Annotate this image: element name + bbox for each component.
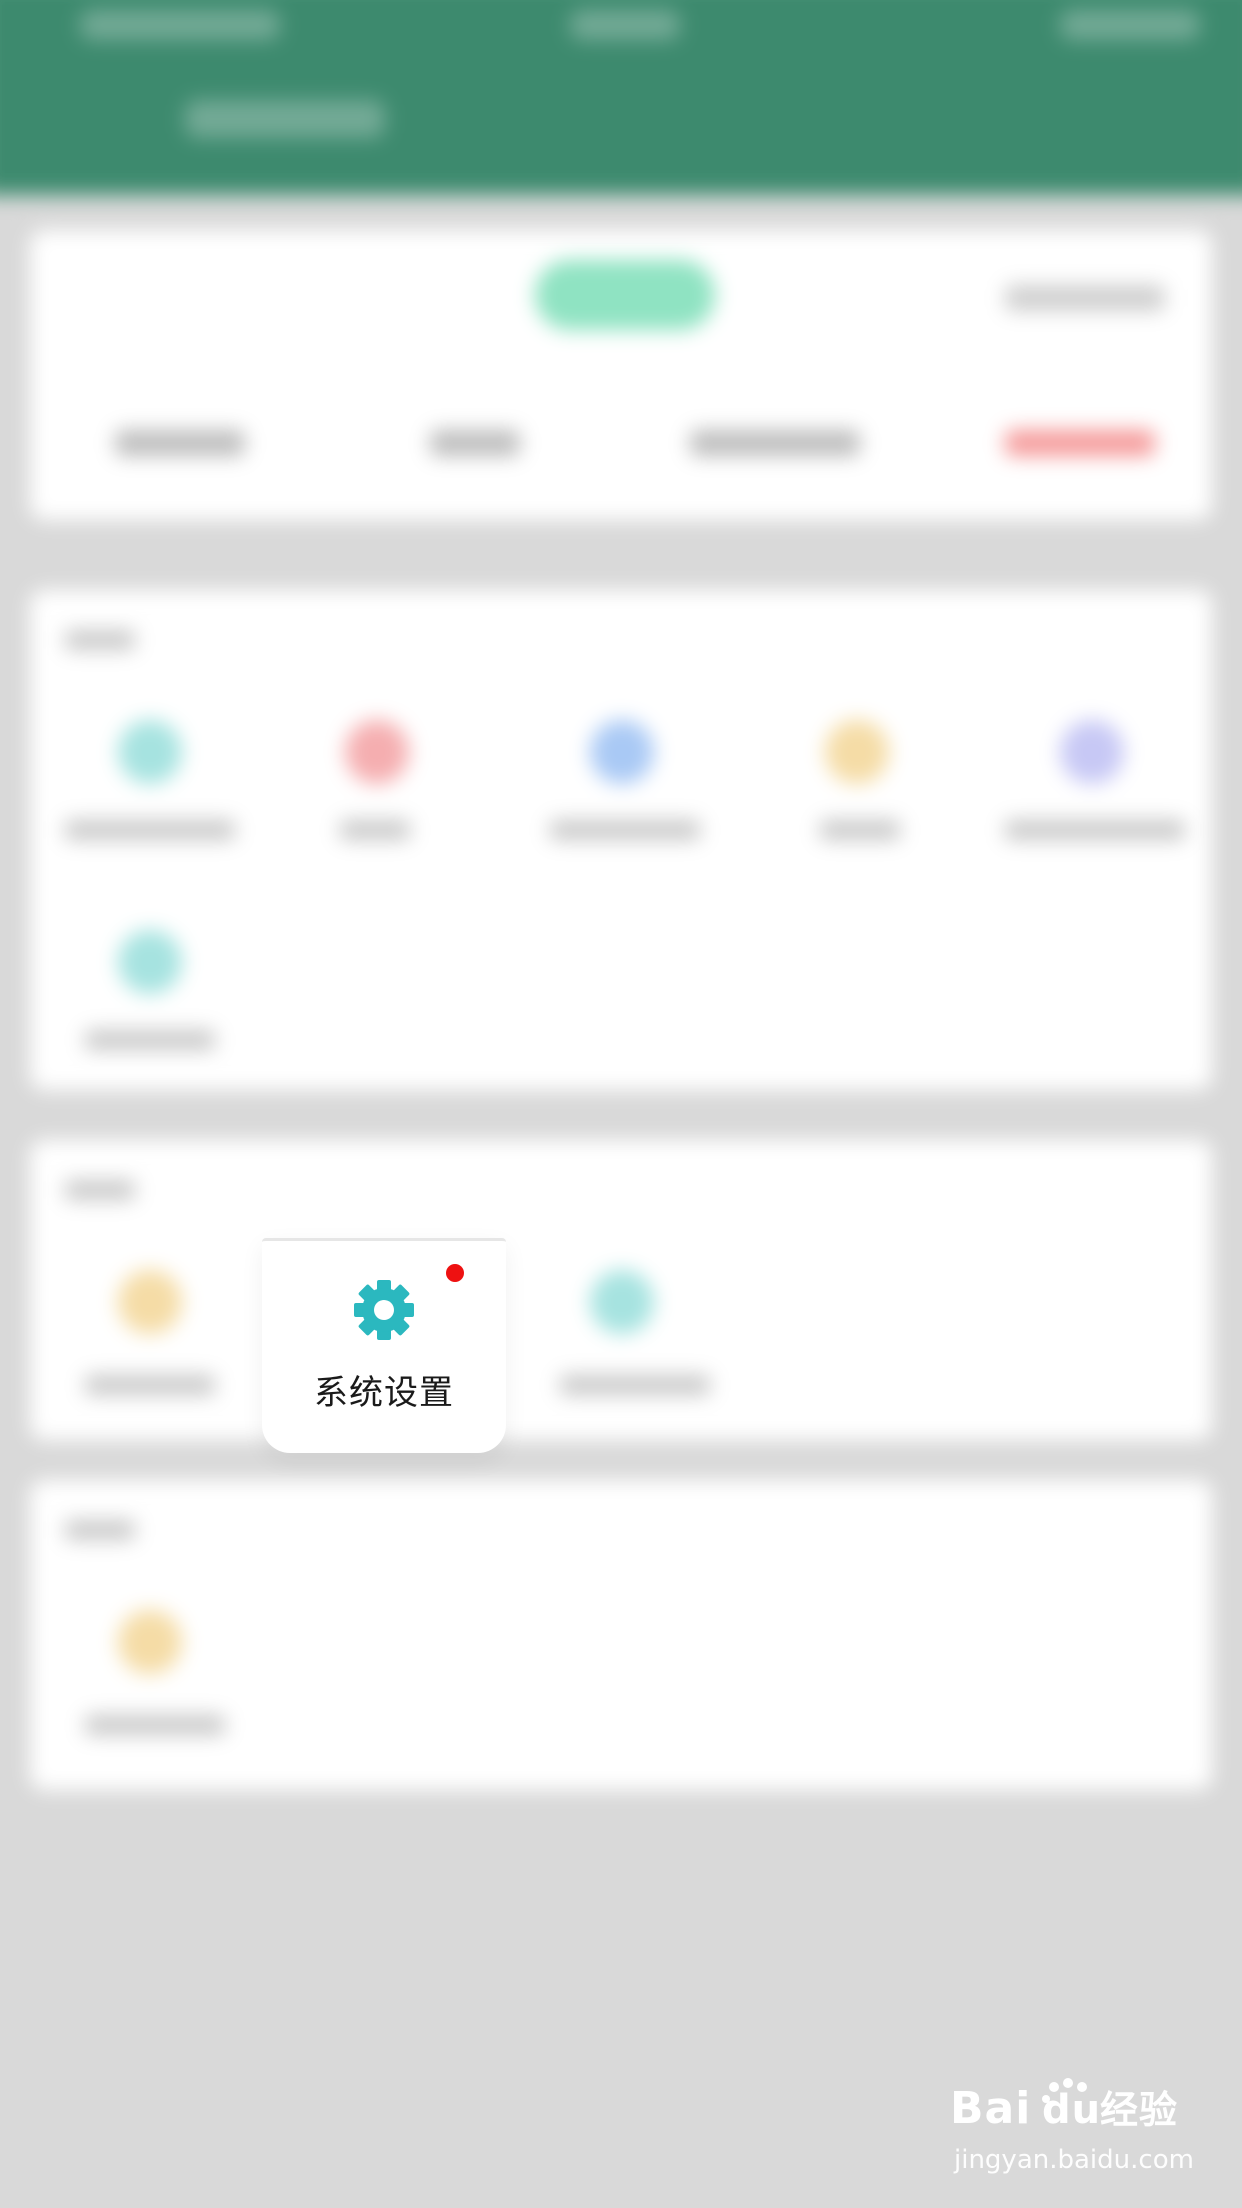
summary-card — [30, 230, 1212, 520]
section-card-2 — [30, 1140, 1212, 1440]
svg-text:Bai: Bai — [950, 2083, 1031, 2134]
gear-icon — [353, 1279, 415, 1341]
app-header — [0, 0, 1242, 195]
baidu-jingyan-watermark: Bai du 经验 jingyan.baidu.com — [950, 2075, 1230, 2195]
notification-badge — [446, 1264, 464, 1282]
blurred-background — [0, 0, 1242, 2208]
svg-text:经验: 经验 — [1100, 2088, 1178, 2132]
section-card-3 — [30, 1480, 1212, 1790]
section-card-1 — [30, 590, 1212, 1090]
system-settings-tile[interactable]: 系统设置 — [262, 1238, 506, 1453]
svg-text:du: du — [1042, 2087, 1101, 2133]
system-settings-label: 系统设置 — [314, 1373, 454, 1413]
watermark-url: jingyan.baidu.com — [954, 2145, 1194, 2175]
watermark-logo: Bai du 经验 — [950, 2075, 1230, 2148]
